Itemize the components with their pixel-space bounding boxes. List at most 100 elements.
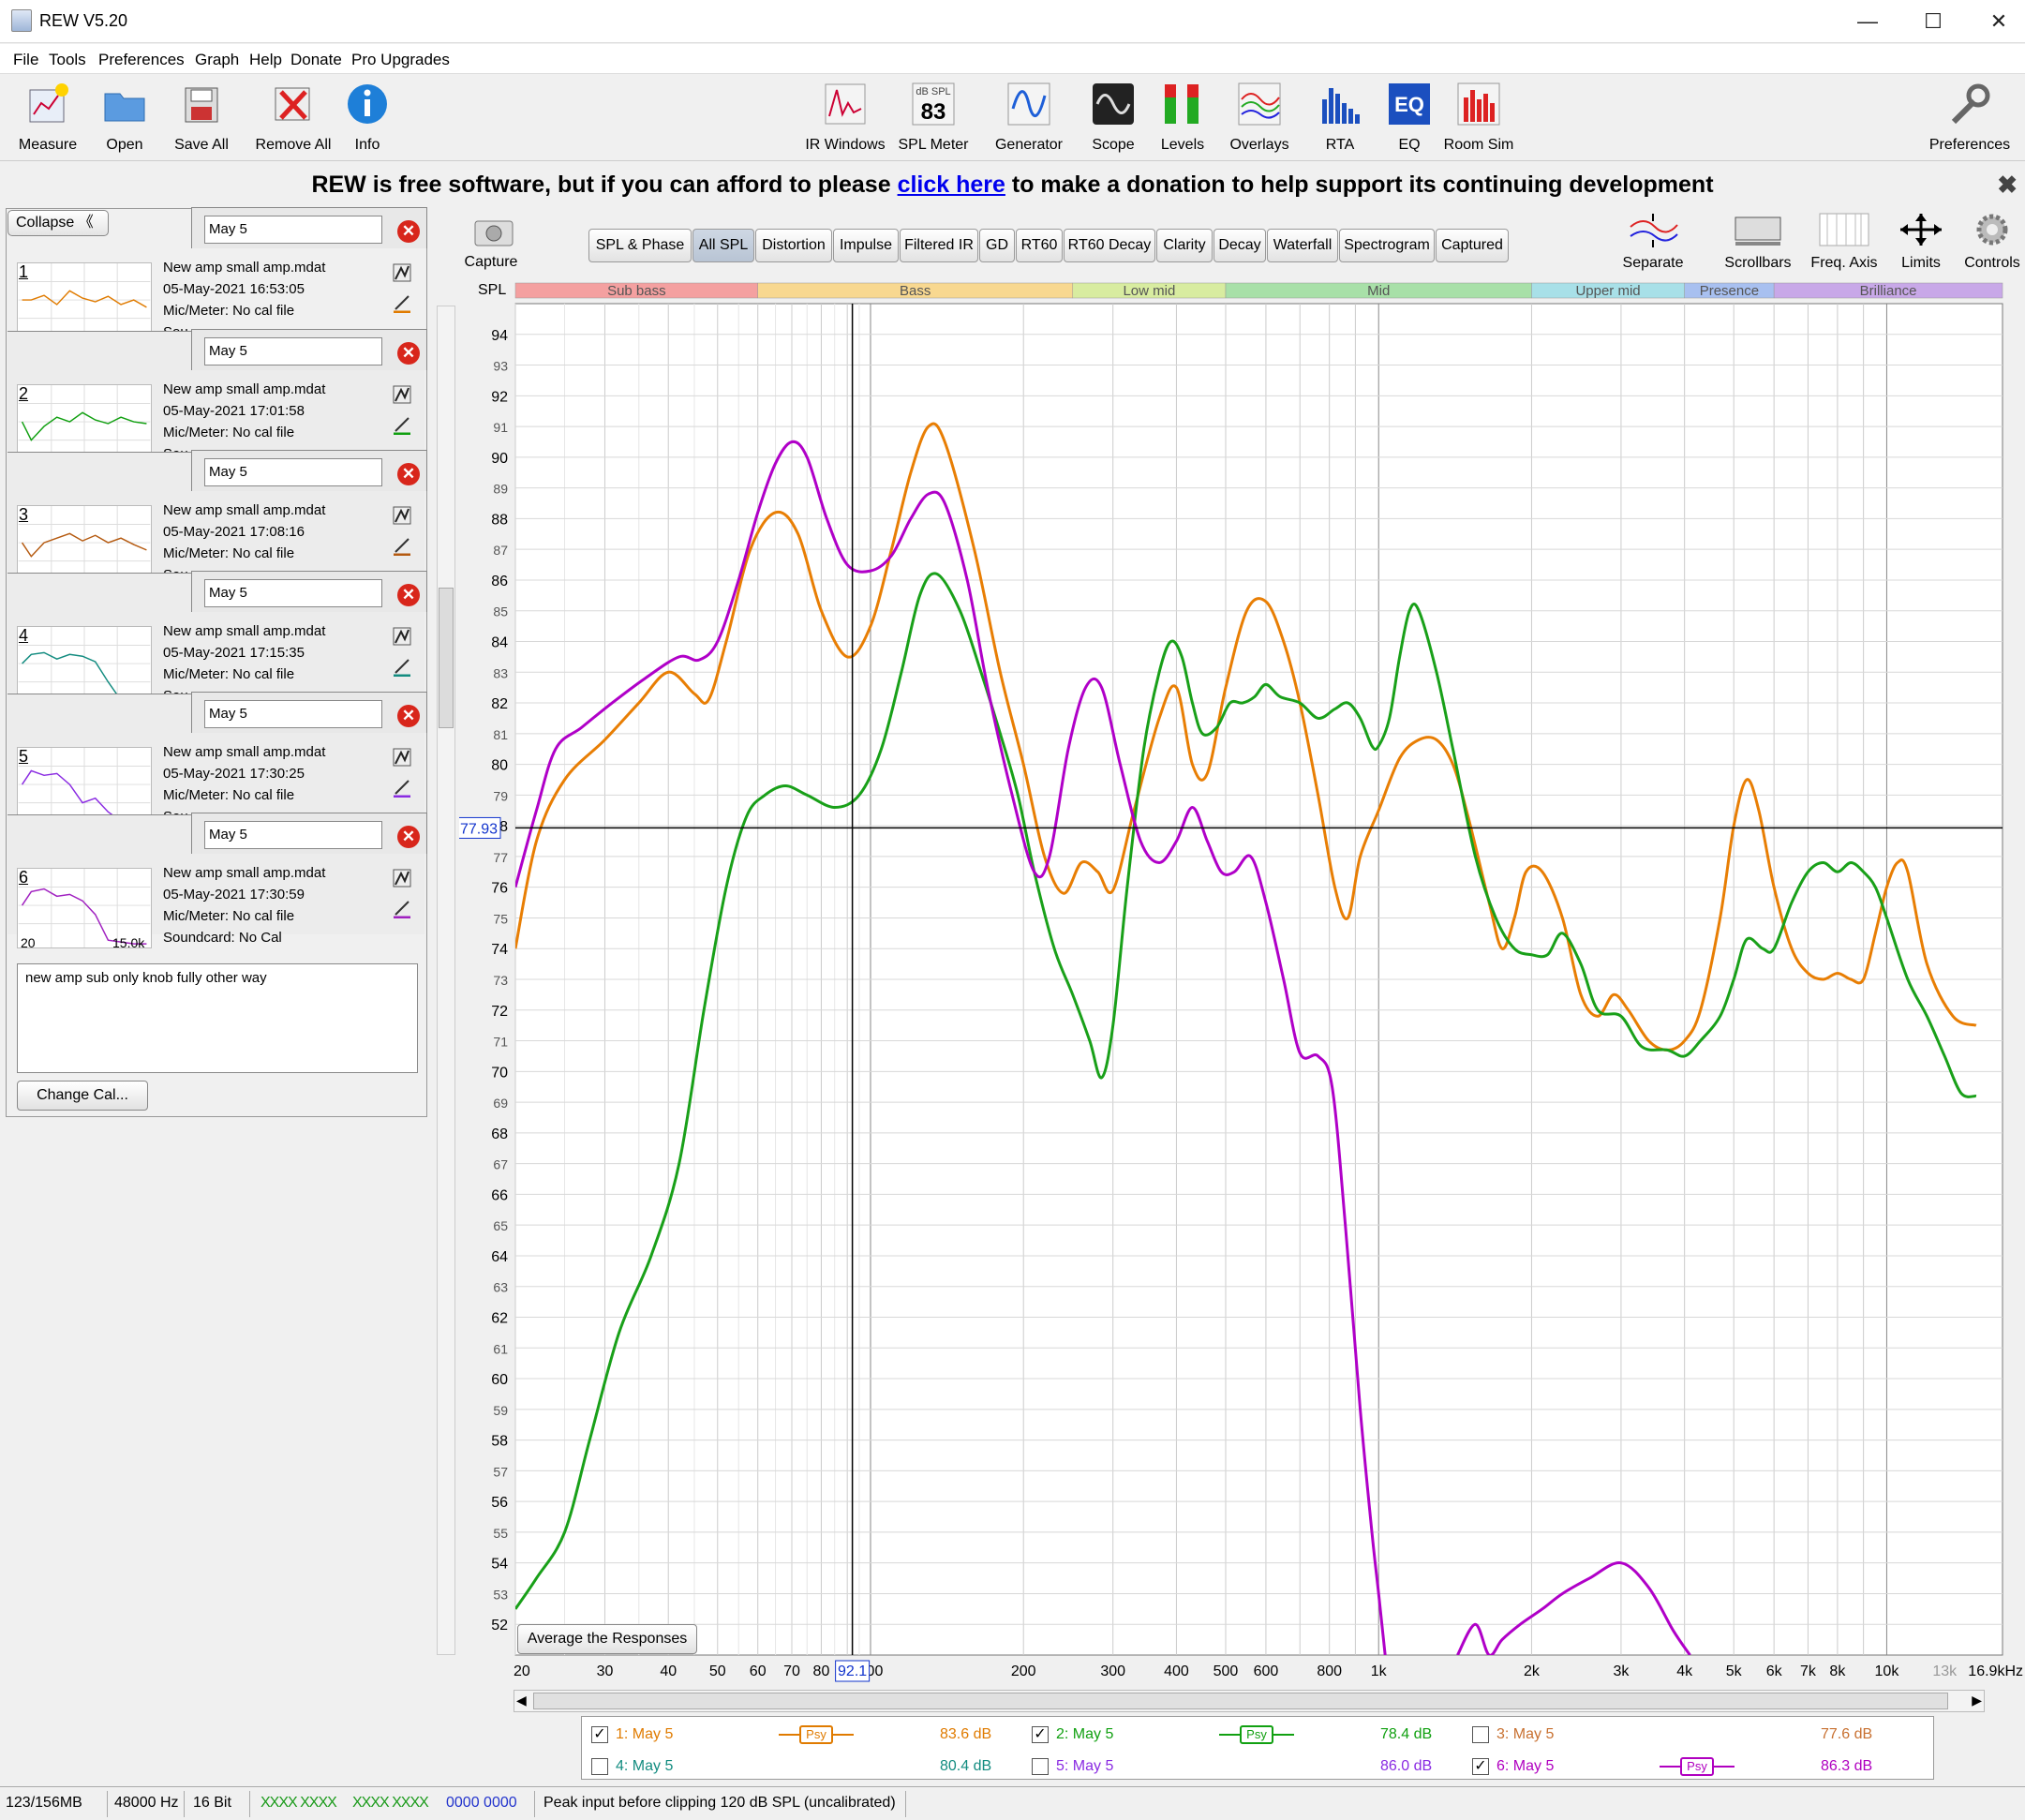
- tab-all-spl[interactable]: All SPL: [692, 229, 754, 262]
- trace-checkbox[interactable]: [1032, 1758, 1049, 1775]
- trace-checkbox[interactable]: ✓: [1032, 1726, 1049, 1743]
- panel-scrollbar[interactable]: [437, 306, 455, 1655]
- capture-button[interactable]: Capture: [465, 216, 522, 272]
- generator-button[interactable]: Generator: [995, 79, 1063, 157]
- delete-measurement-icon[interactable]: ✕: [397, 342, 420, 365]
- y-tick-label: 58: [491, 1434, 508, 1450]
- tab-decay[interactable]: Decay: [1214, 229, 1266, 262]
- x-tick-label: 70: [783, 1663, 800, 1679]
- delete-measurement-icon[interactable]: ✕: [397, 463, 420, 485]
- tab-spl-phase[interactable]: SPL & Phase: [588, 229, 692, 262]
- measurement-name-input[interactable]: May 5: [204, 821, 382, 849]
- menu-tools[interactable]: Tools: [49, 51, 86, 69]
- levels-button[interactable]: Levels: [1158, 79, 1207, 157]
- scroll-right-icon[interactable]: ▶: [1972, 1693, 1982, 1708]
- rta-button[interactable]: RTA: [1316, 79, 1364, 157]
- measurement-properties-icon[interactable]: [392, 384, 412, 405]
- legend-entry: 5: May 5 86.0 dB: [1032, 1753, 1463, 1781]
- preferences-button[interactable]: Preferences: [1929, 79, 2010, 157]
- trace-checkbox[interactable]: ✓: [591, 1726, 608, 1743]
- tab-spectrogram[interactable]: Spectrogram: [1339, 229, 1435, 262]
- delete-measurement-icon[interactable]: ✕: [397, 584, 420, 606]
- room-sim-button[interactable]: Room Sim: [1444, 79, 1513, 157]
- measurement-card[interactable]: May 5 ✕ 6 20 15.0k New amp small amp.mdat 05-M…: [7, 813, 427, 950]
- menu-graph[interactable]: Graph: [195, 51, 239, 69]
- controls-button[interactable]: Controls: [1964, 212, 2020, 276]
- y-tick-label: 70: [491, 1065, 508, 1081]
- measurement-name-input[interactable]: May 5: [204, 337, 382, 365]
- eq-button[interactable]: EQ EQ: [1385, 79, 1434, 157]
- spl-meter-button[interactable]: dB SPL 83 SPL Meter: [899, 79, 969, 157]
- tab-clarity[interactable]: Clarity: [1156, 229, 1213, 262]
- average-responses-button[interactable]: Average the Responses: [517, 1624, 697, 1654]
- menu-help[interactable]: Help: [249, 51, 282, 69]
- scroll-left-icon[interactable]: ◀: [516, 1693, 527, 1708]
- open-button[interactable]: Open: [103, 79, 146, 157]
- measurement-card[interactable]: May 5✕22015.0kNew amp small amp.mdat05-M…: [7, 329, 427, 478]
- menu-donate[interactable]: Donate: [290, 51, 342, 69]
- donate-link[interactable]: click here: [898, 172, 1005, 198]
- menu-file[interactable]: File: [13, 51, 38, 69]
- spl-graph[interactable]: Sub bass Bass Low mid Mid Upper mid Presence B…: [459, 277, 2025, 1702]
- tab-gd[interactable]: GD: [979, 229, 1015, 262]
- scrollbars-button[interactable]: Scrollbars: [1724, 212, 1792, 276]
- change-cal-button[interactable]: Change Cal...: [17, 1081, 148, 1111]
- trace-checkbox[interactable]: [1472, 1726, 1489, 1743]
- tab-captured[interactable]: Captured: [1436, 229, 1509, 262]
- trace-color-icon[interactable]: [392, 898, 412, 918]
- trace-checkbox[interactable]: [591, 1758, 608, 1775]
- measurement-file: New amp small amp.mdat: [163, 744, 326, 760]
- tab-impulse[interactable]: Impulse: [833, 229, 899, 262]
- notes-field[interactable]: new amp sub only knob fully other way: [17, 963, 418, 1073]
- measurement-properties-icon[interactable]: [392, 747, 412, 768]
- measurement-properties-icon[interactable]: [392, 868, 412, 888]
- tab-distortion[interactable]: Distortion: [755, 229, 832, 262]
- measurement-card[interactable]: May 5✕42015.0kNew amp small amp.mdat05-M…: [7, 571, 427, 720]
- ir-windows-button[interactable]: IR Windows: [805, 79, 886, 157]
- trace-color-icon[interactable]: [392, 777, 412, 798]
- frequency-scrollbar[interactable]: ◀ ▶: [514, 1690, 1985, 1712]
- trace-color-icon[interactable]: [392, 292, 412, 313]
- trace-color-icon[interactable]: [392, 656, 412, 677]
- remove-all-button[interactable]: Remove All: [256, 79, 331, 157]
- overlays-button[interactable]: Overlays: [1229, 79, 1289, 157]
- measurement-properties-icon[interactable]: [392, 505, 412, 526]
- memory-usage: 123/156MB: [6, 1795, 82, 1811]
- measurement-card[interactable]: May 5✕52015.0kNew amp small amp.mdat05-M…: [7, 692, 427, 841]
- limits-button[interactable]: Limits: [1895, 212, 1947, 276]
- measurement-name-input[interactable]: May 5: [204, 216, 382, 244]
- delete-measurement-icon[interactable]: ✕: [397, 705, 420, 727]
- delete-measurement-icon[interactable]: ✕: [397, 826, 420, 848]
- separate-button[interactable]: Separate: [1623, 212, 1683, 276]
- menu-preferences[interactable]: Preferences: [98, 51, 185, 69]
- tab-rt60-decay[interactable]: RT60 Decay: [1064, 229, 1155, 262]
- scrollbar-thumb[interactable]: [439, 588, 454, 728]
- measurement-name-input[interactable]: May 5: [204, 458, 382, 486]
- scope-button[interactable]: Scope: [1089, 79, 1138, 157]
- tab-waterfall[interactable]: Waterfall: [1267, 229, 1338, 262]
- menu-pro-upgrades[interactable]: Pro Upgrades: [351, 51, 450, 69]
- freq-axis-button[interactable]: Freq. Axis: [1810, 212, 1878, 276]
- close-icon[interactable]: ✕: [1985, 7, 2013, 36]
- x-tick-label: 200: [1011, 1663, 1036, 1679]
- measurement-properties-icon[interactable]: [392, 626, 412, 647]
- tab-rt60[interactable]: RT60: [1016, 229, 1063, 262]
- measurement-name-input[interactable]: May 5: [204, 579, 382, 607]
- measure-button[interactable]: Measure: [19, 79, 77, 157]
- measurement-card[interactable]: May 5✕32015.0kNew amp small amp.mdat05-M…: [7, 450, 427, 599]
- measurement-name-input[interactable]: May 5: [204, 700, 382, 728]
- close-icon[interactable]: ✖: [1997, 162, 2018, 207]
- trace-checkbox[interactable]: ✓: [1472, 1758, 1489, 1775]
- save-all-button[interactable]: Save All: [174, 79, 229, 157]
- measurement-properties-icon[interactable]: [392, 262, 412, 283]
- maximize-icon[interactable]: ☐: [1919, 7, 1947, 36]
- delete-measurement-icon[interactable]: ✕: [397, 220, 420, 243]
- save-icon: [185, 87, 218, 123]
- frequency-scrollbar-thumb[interactable]: [533, 1693, 1948, 1709]
- trace-color-icon[interactable]: [392, 535, 412, 556]
- trace-color-icon[interactable]: [392, 414, 412, 435]
- info-button[interactable]: Info: [345, 79, 390, 157]
- tab-filtered-ir[interactable]: Filtered IR: [900, 229, 978, 262]
- minimize-icon[interactable]: —: [1854, 7, 1882, 36]
- measurement-card[interactable]: May 5✕12015.0kNew amp small amp.mdat05-M…: [7, 207, 427, 356]
